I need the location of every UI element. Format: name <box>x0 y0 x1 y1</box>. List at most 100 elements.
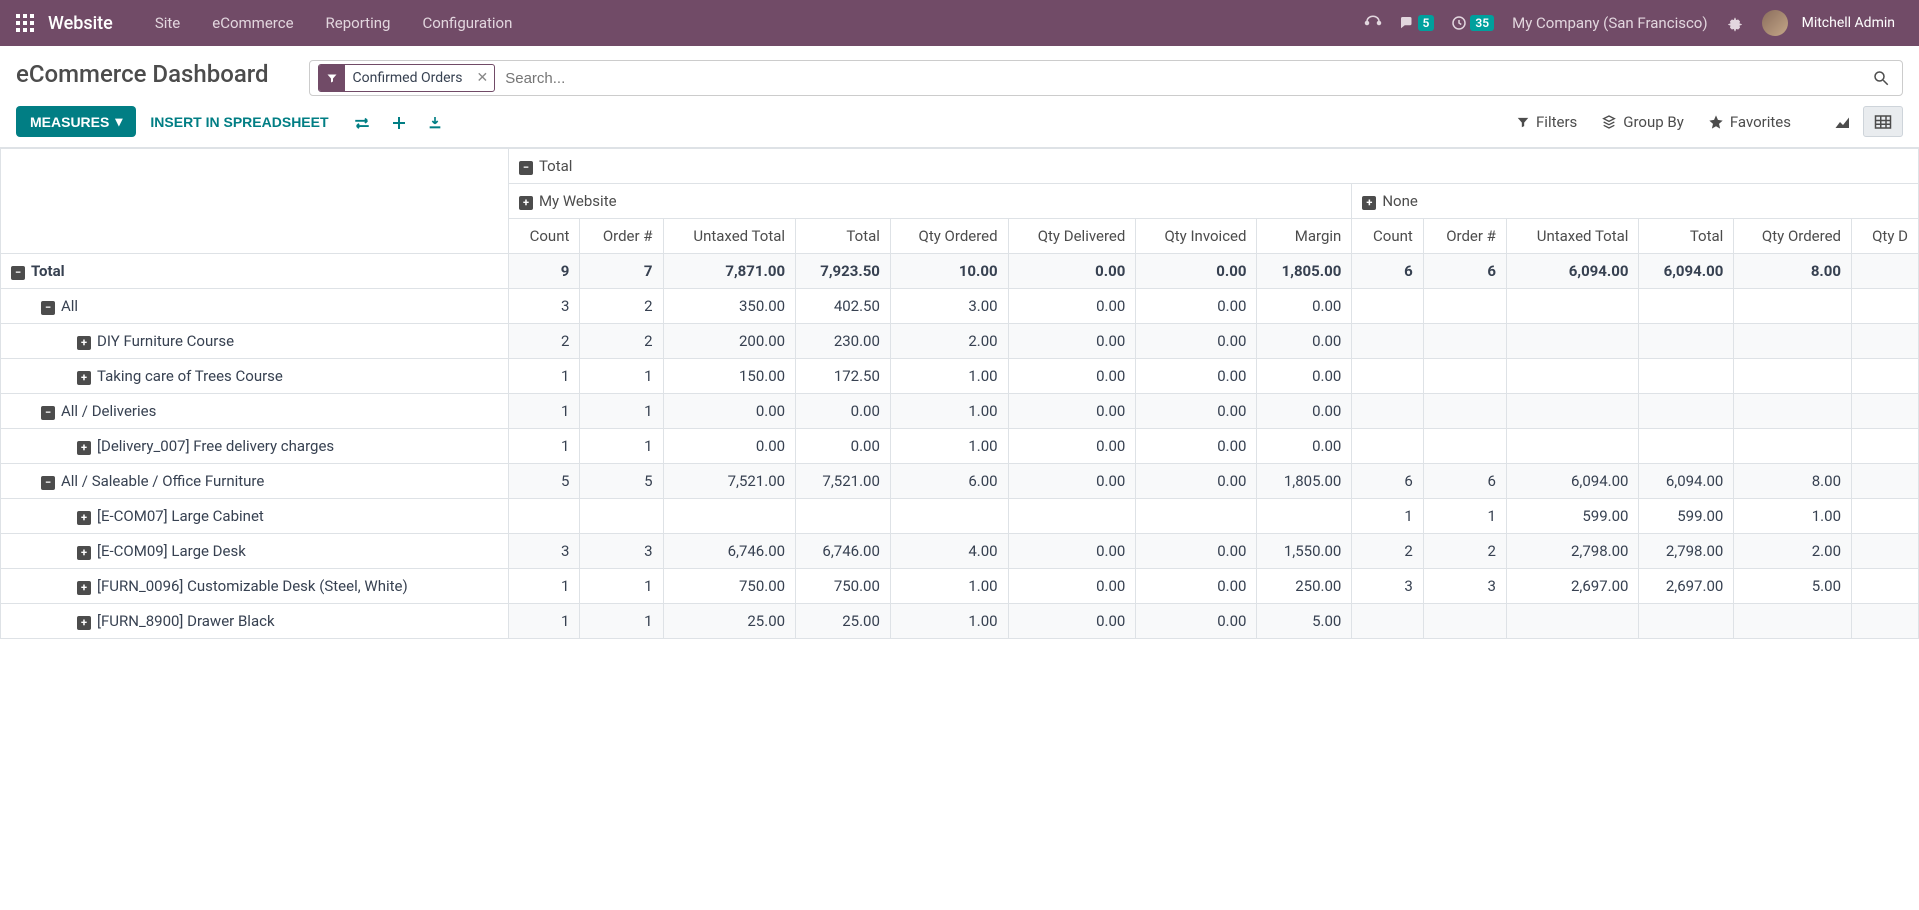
pivot-cell: 0.00 <box>1257 324 1352 359</box>
collapse-icon[interactable]: − <box>519 161 533 175</box>
group-by-button[interactable]: Group By <box>1589 107 1696 137</box>
search-input[interactable] <box>501 66 1868 91</box>
col-group-none[interactable]: +None <box>1352 184 1919 219</box>
expand-icon[interactable]: + <box>77 336 91 350</box>
nav-site[interactable]: Site <box>139 14 196 32</box>
collapse-icon[interactable]: − <box>41 301 55 315</box>
pivot-view-button[interactable] <box>1863 106 1903 136</box>
voip-icon[interactable] <box>1364 14 1382 32</box>
measure-header[interactable]: Order # <box>1423 219 1506 254</box>
pivot-cell <box>1639 324 1734 359</box>
pivot-cell <box>1352 429 1423 464</box>
debug-icon[interactable] <box>1726 14 1744 32</box>
pivot-cell: 5.00 <box>1257 604 1352 639</box>
pivot-cell: 0.00 <box>1008 359 1136 394</box>
row-header[interactable]: +[FURN_0096] Customizable Desk (Steel, W… <box>1 569 509 604</box>
row-header[interactable]: −All / Deliveries <box>1 394 509 429</box>
measure-header[interactable]: Order # <box>580 219 663 254</box>
pivot-cell: 25.00 <box>663 604 796 639</box>
pivot-cell: 150.00 <box>663 359 796 394</box>
expand-icon[interactable]: + <box>77 581 91 595</box>
measure-header[interactable]: Count <box>508 219 579 254</box>
measure-header[interactable]: Qty Invoiced <box>1136 219 1257 254</box>
download-icon[interactable] <box>417 106 453 137</box>
pivot-cell <box>1852 569 1919 604</box>
nav-reporting[interactable]: Reporting <box>310 14 407 32</box>
measure-header[interactable]: Total <box>796 219 891 254</box>
pivot-cell: 599.00 <box>1639 499 1734 534</box>
expand-icon[interactable]: + <box>77 441 91 455</box>
pivot-cell: 599.00 <box>1506 499 1639 534</box>
expand-icon[interactable]: + <box>77 546 91 560</box>
pivot-cell <box>1352 289 1423 324</box>
collapse-icon[interactable]: − <box>41 476 55 490</box>
measure-header[interactable]: Qty Ordered <box>1734 219 1852 254</box>
company-selector[interactable]: My Company (San Francisco) <box>1512 14 1707 32</box>
insert-spreadsheet-button[interactable]: INSERT IN SPREADSHEET <box>136 107 342 137</box>
measure-header[interactable]: Qty Ordered <box>890 219 1008 254</box>
row-header[interactable]: +[E-COM09] Large Desk <box>1 534 509 569</box>
measure-header[interactable]: Count <box>1352 219 1423 254</box>
activities-icon[interactable]: 35 <box>1450 14 1494 32</box>
view-switcher <box>1823 106 1903 136</box>
user-name[interactable]: Mitchell Admin <box>1802 15 1895 31</box>
row-header[interactable]: +[E-COM07] Large Cabinet <box>1 499 509 534</box>
expand-icon[interactable]: + <box>519 196 533 210</box>
facet-remove[interactable]: ✕ <box>470 70 494 86</box>
measures-button[interactable]: MEASURES ▾ <box>16 106 136 137</box>
pivot-cell: 172.50 <box>796 359 891 394</box>
row-header[interactable]: +DIY Furniture Course <box>1 324 509 359</box>
collapse-icon[interactable]: − <box>41 406 55 420</box>
favorites-button[interactable]: Favorites <box>1696 107 1803 137</box>
apps-icon[interactable] <box>16 14 34 32</box>
measure-header[interactable]: Untaxed Total <box>663 219 796 254</box>
app-name[interactable]: Website <box>48 13 113 34</box>
col-group-total[interactable]: −Total <box>508 149 1918 184</box>
graph-view-button[interactable] <box>1823 106 1863 136</box>
measure-header[interactable]: Qty Delivered <box>1008 219 1136 254</box>
search-icon[interactable] <box>1868 69 1894 87</box>
measure-header[interactable]: Qty D <box>1852 219 1919 254</box>
pivot-cell <box>1423 289 1506 324</box>
row-header[interactable]: −All <box>1 289 509 324</box>
measure-header[interactable]: Total <box>1639 219 1734 254</box>
expand-all-icon[interactable] <box>381 106 417 137</box>
pivot-cell: 0.00 <box>1257 359 1352 394</box>
row-header[interactable]: +[FURN_8900] Drawer Black <box>1 604 509 639</box>
pivot-cell: 0.00 <box>1008 289 1136 324</box>
pivot-cell: 6,746.00 <box>796 534 891 569</box>
pivot-table-wrapper[interactable]: −Total+My Website+NoneCountOrder #Untaxe… <box>0 148 1919 649</box>
facet-label: Confirmed Orders <box>345 70 471 86</box>
pivot-cell: 6,094.00 <box>1506 464 1639 499</box>
expand-icon[interactable]: + <box>77 616 91 630</box>
filter-icon <box>319 65 345 91</box>
row-header[interactable]: +[Delivery_007] Free delivery charges <box>1 429 509 464</box>
top-navbar: Website Site eCommerce Reporting Configu… <box>0 0 1919 46</box>
pivot-cell <box>1734 359 1852 394</box>
col-group-mywebsite[interactable]: +My Website <box>508 184 1351 219</box>
expand-icon[interactable]: + <box>77 511 91 525</box>
row-header[interactable]: −Total <box>1 254 509 289</box>
pivot-cell <box>1506 359 1639 394</box>
flip-axis-icon[interactable] <box>343 106 381 137</box>
pivot-cell: 5 <box>580 464 663 499</box>
row-header[interactable]: −All / Saleable / Office Furniture <box>1 464 509 499</box>
filters-button[interactable]: Filters <box>1504 107 1589 137</box>
collapse-icon[interactable]: − <box>11 266 25 280</box>
pivot-cell: 7,923.50 <box>796 254 891 289</box>
measure-header[interactable]: Margin <box>1257 219 1352 254</box>
measure-header[interactable]: Untaxed Total <box>1506 219 1639 254</box>
pivot-cell: 750.00 <box>663 569 796 604</box>
avatar[interactable] <box>1762 10 1788 36</box>
pivot-cell: 2 <box>580 289 663 324</box>
pivot-cell: 1.00 <box>890 359 1008 394</box>
nav-ecommerce[interactable]: eCommerce <box>196 14 309 32</box>
nav-configuration[interactable]: Configuration <box>406 14 528 32</box>
messaging-icon[interactable]: 5 <box>1398 14 1435 32</box>
pivot-cell: 1.00 <box>890 394 1008 429</box>
expand-icon[interactable]: + <box>77 371 91 385</box>
expand-icon[interactable]: + <box>1362 196 1376 210</box>
horizontal-scrollbar[interactable] <box>0 649 1919 663</box>
row-header[interactable]: +Taking care of Trees Course <box>1 359 509 394</box>
pivot-table: −Total+My Website+NoneCountOrder #Untaxe… <box>0 148 1919 639</box>
